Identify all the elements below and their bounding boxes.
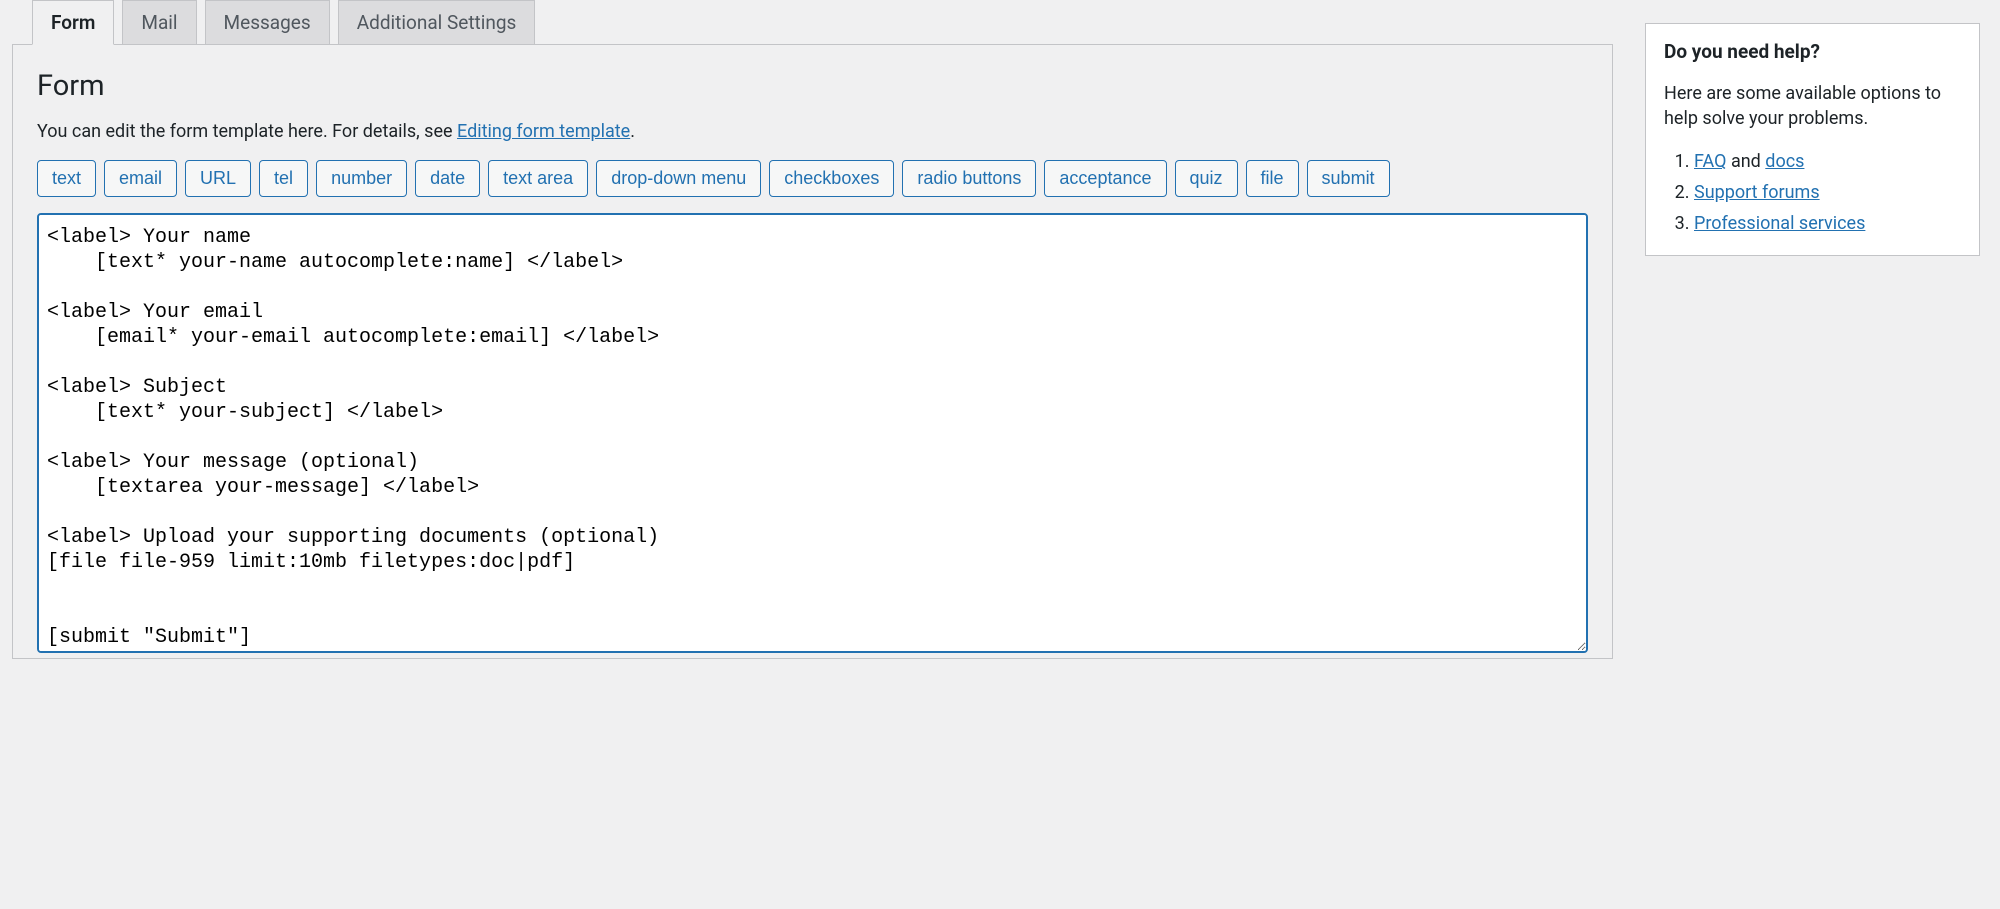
tag-button-checkboxes[interactable]: checkboxes: [769, 160, 894, 197]
help-link-faq[interactable]: FAQ: [1694, 151, 1726, 172]
help-item: Support forums: [1694, 178, 1961, 209]
help-item: Professional services: [1694, 209, 1961, 240]
tag-button-text-area[interactable]: text area: [488, 160, 588, 197]
tag-button-text[interactable]: text: [37, 160, 96, 197]
tag-button-submit[interactable]: submit: [1307, 160, 1390, 197]
help-item-suffix: and: [1726, 151, 1765, 172]
tag-generator-row: textemailURLtelnumberdatetext areadrop-d…: [37, 160, 1588, 197]
form-panel: Form You can edit the form template here…: [12, 44, 1613, 659]
tag-button-file[interactable]: file: [1246, 160, 1299, 197]
help-link-docs[interactable]: docs: [1765, 151, 1804, 172]
tab-form[interactable]: Form: [32, 0, 114, 45]
tab-messages[interactable]: Messages: [205, 0, 330, 45]
help-intro: Here are some available options to help …: [1664, 81, 1961, 131]
panel-description: You can edit the form template here. For…: [37, 121, 1588, 142]
tab-additional-settings[interactable]: Additional Settings: [338, 0, 536, 45]
tag-button-tel[interactable]: tel: [259, 160, 308, 197]
help-link-support-forums[interactable]: Support forums: [1694, 182, 1820, 203]
tab-mail[interactable]: Mail: [122, 0, 196, 45]
sidebar-column: Do you need help? Here are some availabl…: [1645, 0, 1980, 659]
tag-button-email[interactable]: email: [104, 160, 177, 197]
help-box: Do you need help? Here are some availabl…: [1645, 23, 1980, 256]
tag-button-url[interactable]: URL: [185, 160, 251, 197]
tag-button-drop-down-menu[interactable]: drop-down menu: [596, 160, 761, 197]
panel-title: Form: [37, 69, 1588, 103]
help-list: FAQ and docs Support forums Professional s…: [1664, 147, 1961, 239]
main-column: FormMailMessagesAdditional Settings Form…: [0, 0, 1625, 659]
tag-button-quiz[interactable]: quiz: [1175, 160, 1238, 197]
form-template-textarea[interactable]: [37, 213, 1588, 653]
help-item: FAQ and docs: [1694, 147, 1961, 178]
tag-button-radio-buttons[interactable]: radio buttons: [902, 160, 1036, 197]
panel-description-suffix: .: [630, 121, 635, 142]
tag-button-date[interactable]: date: [415, 160, 480, 197]
help-link-professional-services[interactable]: Professional services: [1694, 213, 1865, 234]
editing-form-template-link[interactable]: Editing form template: [457, 121, 630, 142]
tabs-row: FormMailMessagesAdditional Settings: [0, 0, 1625, 44]
panel-description-prefix: You can edit the form template here. For…: [37, 121, 457, 142]
help-title: Do you need help?: [1664, 40, 1961, 63]
tag-button-number[interactable]: number: [316, 160, 407, 197]
tag-button-acceptance[interactable]: acceptance: [1044, 160, 1166, 197]
layout: FormMailMessagesAdditional Settings Form…: [0, 0, 2000, 659]
